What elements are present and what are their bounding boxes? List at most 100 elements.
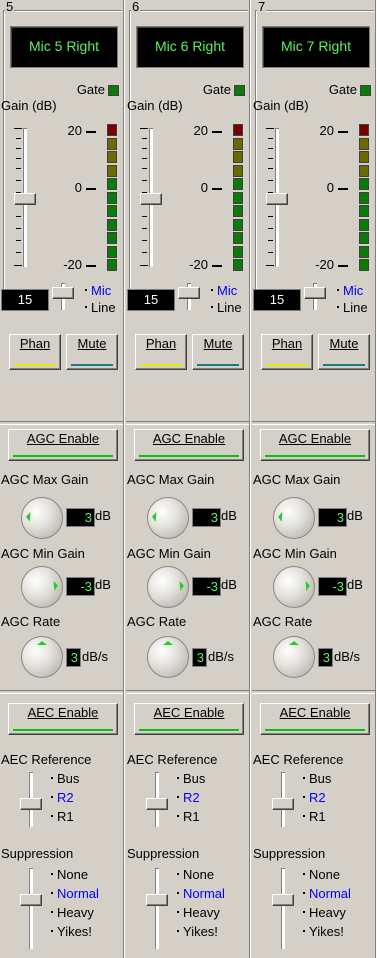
option-bullet <box>177 777 179 780</box>
agc-max-gain-knob-pointer <box>26 511 31 522</box>
agc-min-gain-knob-pointer <box>53 580 58 591</box>
aec-reference-slider-thumb[interactable] <box>146 798 168 810</box>
suppression-option-yikes[interactable]: Yikes! <box>177 924 218 939</box>
gain-fader[interactable] <box>14 128 36 267</box>
aec-reference-option-bus[interactable]: Bus <box>303 771 331 786</box>
input-select-slider-thumb[interactable] <box>304 287 326 299</box>
input-option-line[interactable]: Line <box>211 300 242 315</box>
gain-fader-thumb[interactable] <box>140 193 162 205</box>
input-option-line[interactable]: Line <box>337 300 368 315</box>
agc-rate-knob-pointer <box>163 641 173 645</box>
suppression-slider-thumb[interactable] <box>146 894 168 906</box>
meter-segment <box>107 205 117 217</box>
agc-max-gain-knob[interactable] <box>21 497 63 539</box>
aec-reference-option-r1[interactable]: R1 <box>177 809 200 824</box>
option-bullet <box>211 289 213 292</box>
aec-reference-option-r2[interactable]: R2 <box>51 790 74 805</box>
channel-name-display[interactable]: Mic 5 Right <box>10 26 118 68</box>
agc-min-gain-knob[interactable] <box>147 566 189 608</box>
input-option-line-label: Line <box>91 300 116 315</box>
suppression-option-normal[interactable]: Normal <box>303 886 351 901</box>
suppression-option-heavy[interactable]: Heavy <box>51 905 94 920</box>
suppression-option-heavy[interactable]: Heavy <box>303 905 346 920</box>
mute-button[interactable]: Mute <box>192 334 244 370</box>
agc-enable-button[interactable]: AGC Enable <box>8 429 118 461</box>
suppression-option-normal-label: Normal <box>309 886 351 901</box>
agc-rate-unit: dB/s <box>334 649 361 664</box>
gain-fader-thumb[interactable] <box>266 193 288 205</box>
mute-button[interactable]: Mute <box>318 334 370 370</box>
suppression-slider-thumb[interactable] <box>272 894 294 906</box>
suppression-option-heavy[interactable]: Heavy <box>177 905 220 920</box>
phan-button[interactable]: Phan <box>9 334 61 370</box>
agc-rate-knob[interactable] <box>21 636 63 678</box>
aec-reference-slider-thumb[interactable] <box>20 798 42 810</box>
aec-reference-option-bus[interactable]: Bus <box>51 771 79 786</box>
aec-reference-slider[interactable] <box>20 772 42 827</box>
suppression-option-none[interactable]: None <box>177 867 214 882</box>
suppression-option-normal[interactable]: Normal <box>51 886 99 901</box>
agc-max-gain-knob[interactable] <box>147 497 189 539</box>
aec-enable-button[interactable]: AEC Enable <box>134 703 244 735</box>
channel-name-display[interactable]: Mic 6 Right <box>136 26 244 68</box>
gain-fader-tick <box>142 240 147 241</box>
agc-rate-value: 3 <box>66 648 81 667</box>
agc-min-gain-knob[interactable] <box>21 566 63 608</box>
suppression-option-none[interactable]: None <box>303 867 340 882</box>
agc-max-gain-knob[interactable] <box>273 497 315 539</box>
aec-reference-slider-thumb[interactable] <box>272 798 294 810</box>
gain-fader-tick <box>268 180 273 181</box>
suppression-slider-thumb[interactable] <box>20 894 42 906</box>
input-select-slider-thumb[interactable] <box>52 287 74 299</box>
gain-fader[interactable] <box>140 128 162 267</box>
input-option-mic[interactable]: Mic <box>85 283 111 298</box>
aec-enable-button[interactable]: AEC Enable <box>260 703 370 735</box>
meter-segment <box>233 205 243 217</box>
agc-min-gain-knob[interactable] <box>273 566 315 608</box>
suppression-option-yikes[interactable]: Yikes! <box>51 924 92 939</box>
input-option-mic[interactable]: Mic <box>337 283 363 298</box>
aec-reference-option-r1[interactable]: R1 <box>51 809 74 824</box>
option-bullet <box>303 815 305 818</box>
gain-fader-thumb[interactable] <box>14 193 36 205</box>
agc-enable-button[interactable]: AGC Enable <box>260 429 370 461</box>
suppression-option-normal-label: Normal <box>57 886 99 901</box>
mute-button-label: Mute <box>203 336 233 351</box>
meter-segment <box>359 205 369 217</box>
suppression-slider[interactable] <box>272 868 294 949</box>
suppression-option-none[interactable]: None <box>51 867 88 882</box>
aec-reference-option-r2[interactable]: R2 <box>177 790 200 805</box>
suppression-label: Suppression <box>253 846 326 861</box>
agc-rate-knob[interactable] <box>273 636 315 678</box>
phan-button[interactable]: Phan <box>135 334 187 370</box>
phan-button[interactable]: Phan <box>261 334 313 370</box>
aec-reference-slider[interactable] <box>146 772 168 827</box>
meter-scale-label: 20 <box>67 123 82 138</box>
input-select-slider[interactable] <box>52 283 74 310</box>
channel-name-display[interactable]: Mic 7 Right <box>262 26 370 68</box>
gain-fader-tick <box>16 216 21 217</box>
aec-reference-slider[interactable] <box>272 772 294 827</box>
channel-strip-body: 6 Mic 6 Right Gate Gain (dB) 20 0 -20 15 Mic Line… <box>126 0 249 958</box>
suppression-option-normal[interactable]: Normal <box>177 886 225 901</box>
input-select-slider-thumb[interactable] <box>178 287 200 299</box>
input-select-slider[interactable] <box>178 283 200 310</box>
suppression-slider[interactable] <box>20 868 42 949</box>
input-option-mic[interactable]: Mic <box>211 283 237 298</box>
aec-reference-option-r2[interactable]: R2 <box>303 790 326 805</box>
input-option-line[interactable]: Line <box>85 300 116 315</box>
suppression-option-yikes[interactable]: Yikes! <box>303 924 344 939</box>
option-bullet <box>177 911 179 914</box>
suppression-slider[interactable] <box>146 868 168 949</box>
mute-button[interactable]: Mute <box>66 334 118 370</box>
channel-strip: 5 Mic 5 Right Gate Gain (dB) 20 0 -20 15 Mic Line… <box>0 0 126 958</box>
aec-reference-option-bus[interactable]: Bus <box>177 771 205 786</box>
gain-fader[interactable] <box>266 128 288 267</box>
aec-enable-button[interactable]: AEC Enable <box>8 703 118 735</box>
input-select-slider[interactable] <box>304 283 326 310</box>
option-bullet <box>303 930 305 933</box>
meter-segment <box>359 259 369 271</box>
agc-enable-button[interactable]: AGC Enable <box>134 429 244 461</box>
aec-reference-option-r1[interactable]: R1 <box>303 809 326 824</box>
agc-rate-knob[interactable] <box>147 636 189 678</box>
